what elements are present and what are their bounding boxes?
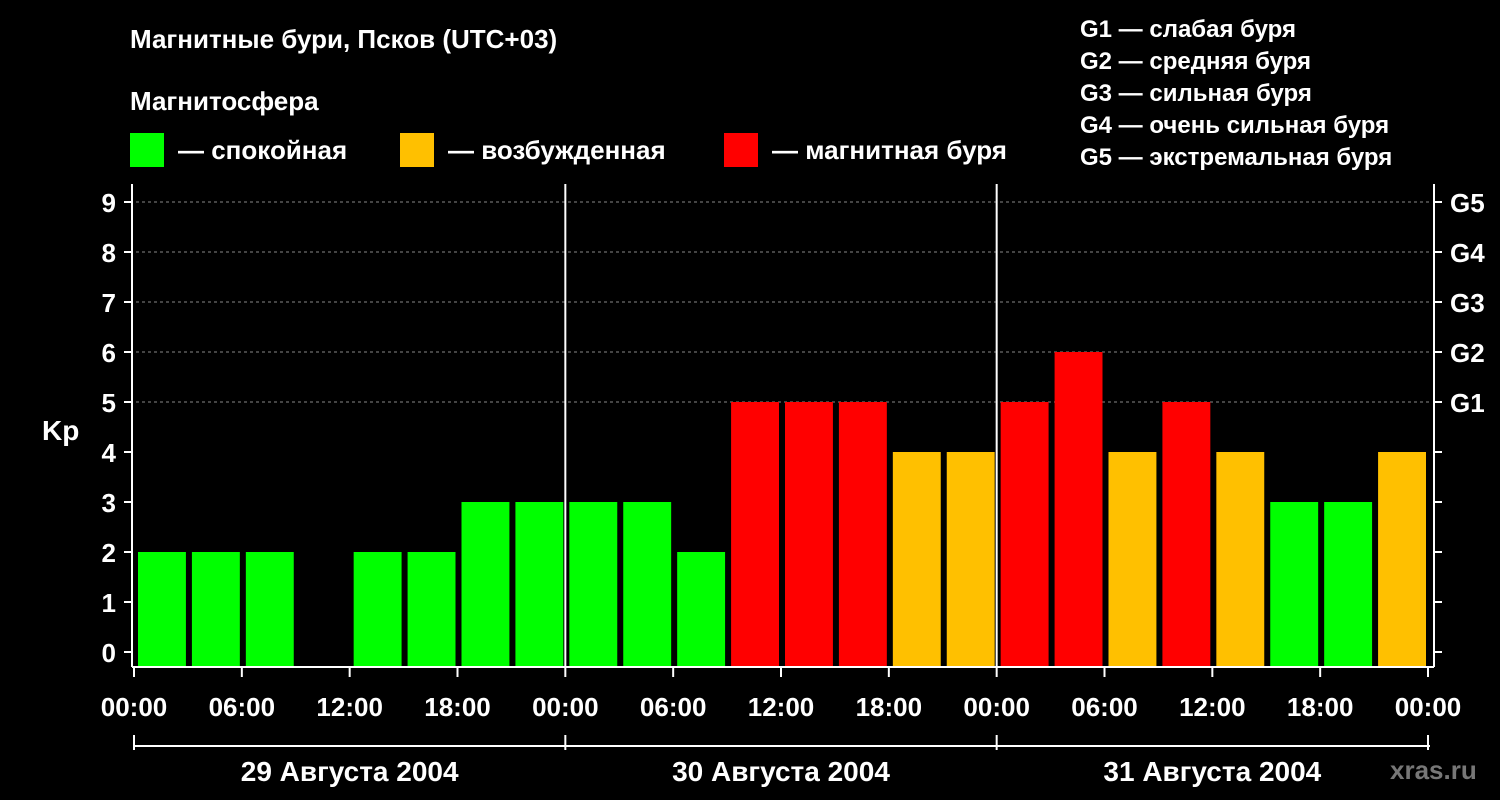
y-tick-label: 5 — [102, 388, 116, 418]
x-tick-label: 06:00 — [209, 692, 276, 722]
kp-bar — [1324, 502, 1373, 667]
kp-bar — [1216, 452, 1265, 667]
x-tick-label: 06:00 — [640, 692, 707, 722]
y-tick-label: 2 — [102, 538, 116, 568]
day-label: 30 Августа 2004 — [672, 756, 890, 787]
kp-bar — [731, 402, 779, 667]
day-label: 31 Августа 2004 — [1103, 756, 1321, 787]
kp-bar — [569, 502, 618, 667]
x-tick-label: 00:00 — [532, 692, 599, 722]
y-tick-label: 9 — [102, 188, 116, 218]
g-tick-label: G1 — [1450, 388, 1485, 418]
x-tick-label: 12:00 — [316, 692, 383, 722]
kp-bar — [838, 402, 887, 667]
x-tick-label: 12:00 — [1179, 692, 1246, 722]
kp-bar — [623, 502, 672, 667]
day-label: 29 Августа 2004 — [241, 756, 459, 787]
kp-bar — [245, 552, 294, 667]
x-tick-label: 00:00 — [1395, 692, 1462, 722]
g-tick-label: G2 — [1450, 338, 1485, 368]
x-tick-label: 18:00 — [1287, 692, 1354, 722]
kp-bar — [946, 452, 995, 667]
kp-bar — [515, 502, 564, 667]
x-tick-label: 18:00 — [424, 692, 491, 722]
kp-bar — [191, 552, 240, 667]
kp-bar — [892, 452, 941, 667]
kp-bar — [407, 552, 456, 667]
x-tick-label: 12:00 — [748, 692, 815, 722]
kp-bar — [1270, 502, 1319, 667]
g-tick-label: G4 — [1450, 238, 1485, 268]
y-tick-label: 4 — [102, 438, 117, 468]
y-tick-label: 1 — [102, 588, 116, 618]
y-axis-label: Kp — [42, 415, 79, 446]
x-tick-label: 00:00 — [101, 692, 168, 722]
kp-bar — [785, 402, 833, 667]
x-tick-label: 18:00 — [856, 692, 923, 722]
watermark: xras.ru — [1390, 755, 1477, 785]
g-tick-label: G3 — [1450, 288, 1485, 318]
y-tick-label: 0 — [102, 638, 116, 668]
x-tick-label: 06:00 — [1071, 692, 1138, 722]
y-tick-label: 6 — [102, 338, 116, 368]
x-tick-label: 00:00 — [963, 692, 1030, 722]
kp-bar — [1162, 402, 1211, 667]
kp-bar — [677, 552, 726, 667]
kp-bar — [138, 552, 186, 667]
kp-bar — [1378, 452, 1426, 667]
y-tick-label: 8 — [102, 238, 116, 268]
kp-bar — [461, 502, 510, 667]
kp-bar-chart: 0 1 2 3 4 5 6 7 8 9 G1 G2 G3 G4 G5 Kp 00:00 06:00 12:00 18:… — [42, 184, 1485, 787]
y-tick-label: 3 — [102, 488, 116, 518]
y-tick-label: 7 — [102, 288, 116, 318]
kp-bar — [1108, 452, 1157, 667]
kp-bar — [1000, 402, 1049, 667]
kp-bar — [1054, 352, 1103, 667]
g-tick-label: G5 — [1450, 188, 1485, 218]
kp-bar — [353, 552, 402, 667]
